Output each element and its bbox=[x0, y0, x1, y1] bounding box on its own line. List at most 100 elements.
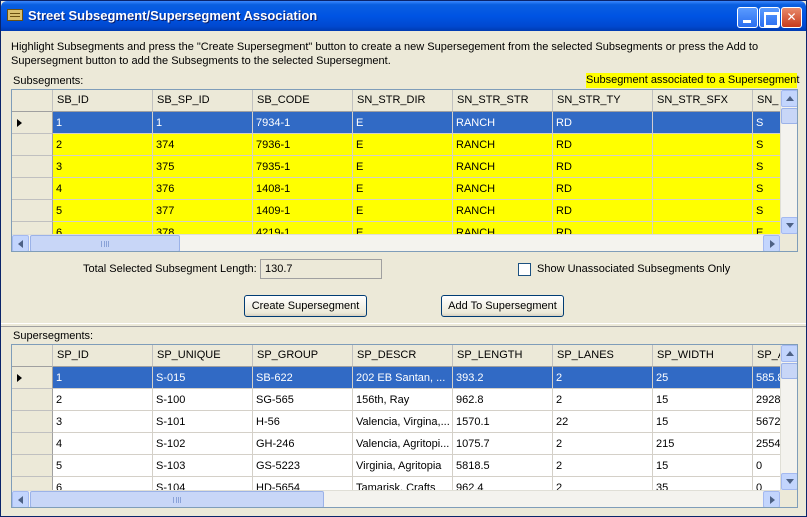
subsegments-vertical-scrollbar[interactable] bbox=[780, 90, 797, 234]
supersegments-vertical-scrollbar[interactable] bbox=[780, 345, 797, 490]
table-cell[interactable]: 2 bbox=[553, 455, 653, 477]
column-header[interactable]: SN_STR_SFX bbox=[653, 90, 753, 112]
table-cell[interactable]: 2 bbox=[53, 134, 153, 156]
table-cell[interactable]: RD bbox=[553, 178, 653, 200]
table-cell[interactable]: RANCH bbox=[453, 200, 553, 222]
column-header[interactable]: SB_CODE bbox=[253, 90, 353, 112]
table-cell[interactable]: S-101 bbox=[153, 411, 253, 433]
column-header[interactable]: SN_STR_TY bbox=[553, 90, 653, 112]
title-bar[interactable]: Street Subsegment/Supersegment Associati… bbox=[1, 1, 806, 31]
row-header[interactable] bbox=[12, 200, 53, 222]
table-cell[interactable]: 7934-1 bbox=[253, 112, 353, 134]
table-cell[interactable]: 1 bbox=[53, 112, 153, 134]
table-cell[interactable]: 5 bbox=[53, 455, 153, 477]
table-cell[interactable]: 1570.1 bbox=[453, 411, 553, 433]
row-header[interactable] bbox=[12, 389, 53, 411]
add-to-supersegment-button[interactable]: Add To Supersegment bbox=[441, 295, 564, 317]
table-cell[interactable]: 2 bbox=[553, 367, 653, 389]
column-header[interactable]: SN_STR_DIR bbox=[353, 90, 453, 112]
supersegments-grid[interactable]: SP_ID SP_UNIQUE SP_GROUP SP_DESCR SP_LENGTH S… bbox=[11, 344, 798, 508]
row-header[interactable] bbox=[12, 411, 53, 433]
table-cell[interactable]: 1409-1 bbox=[253, 200, 353, 222]
table-cell[interactable]: SG-565 bbox=[253, 389, 353, 411]
table-cell[interactable]: 4 bbox=[53, 433, 153, 455]
row-header[interactable] bbox=[12, 367, 53, 389]
table-row[interactable]: 2 374 7936-1 E RANCH RD S bbox=[12, 134, 793, 156]
column-header[interactable]: SP_UNIQUE bbox=[153, 345, 253, 367]
table-cell[interactable]: 4 bbox=[53, 178, 153, 200]
table-cell[interactable] bbox=[653, 112, 753, 134]
table-cell[interactable]: RD bbox=[553, 200, 653, 222]
table-cell[interactable]: Valencia, Agritopi... bbox=[353, 433, 453, 455]
table-cell[interactable]: 375 bbox=[153, 156, 253, 178]
table-cell[interactable] bbox=[653, 200, 753, 222]
scroll-up-button[interactable] bbox=[781, 345, 797, 362]
table-cell[interactable]: E bbox=[353, 178, 453, 200]
subsegments-grid[interactable]: SB_ID SB_SP_ID SB_CODE SN_STR_DIR SN_STR_STR… bbox=[11, 89, 798, 252]
table-cell[interactable]: 377 bbox=[153, 200, 253, 222]
table-cell[interactable]: RANCH bbox=[453, 178, 553, 200]
table-cell[interactable]: 2 bbox=[553, 389, 653, 411]
panel-splitter[interactable] bbox=[1, 323, 806, 327]
table-cell[interactable]: RANCH bbox=[453, 156, 553, 178]
scroll-down-button[interactable] bbox=[781, 217, 797, 234]
table-cell[interactable] bbox=[653, 134, 753, 156]
table-row[interactable]: 3 375 7935-1 E RANCH RD S bbox=[12, 156, 793, 178]
table-row[interactable]: 4 S-102 GH-246 Valencia, Agritopi... 1075.7 2… bbox=[12, 433, 793, 455]
table-cell[interactable]: RD bbox=[553, 112, 653, 134]
table-cell[interactable]: 374 bbox=[153, 134, 253, 156]
supersegments-horizontal-scrollbar[interactable] bbox=[12, 490, 780, 507]
table-cell[interactable]: 3 bbox=[53, 156, 153, 178]
table-row[interactable]: 3 S-101 H-56 Valencia, Virgina,... 1570.1 22 1… bbox=[12, 411, 793, 433]
subsegments-horizontal-scrollbar[interactable] bbox=[12, 234, 780, 251]
column-header[interactable]: SP_ID bbox=[53, 345, 153, 367]
horizontal-scroll-thumb[interactable] bbox=[30, 491, 324, 507]
row-header[interactable] bbox=[12, 134, 53, 156]
scroll-left-button[interactable] bbox=[12, 491, 29, 507]
scroll-down-button[interactable] bbox=[781, 473, 797, 490]
row-header[interactable] bbox=[12, 156, 53, 178]
column-header[interactable]: SP_LENGTH bbox=[453, 345, 553, 367]
column-header[interactable]: SB_SP_ID bbox=[153, 90, 253, 112]
table-row[interactable]: 5 377 1409-1 E RANCH RD S bbox=[12, 200, 793, 222]
table-cell[interactable]: 25 bbox=[653, 367, 753, 389]
table-cell[interactable]: 962.8 bbox=[453, 389, 553, 411]
table-cell[interactable]: 393.2 bbox=[453, 367, 553, 389]
scroll-right-button[interactable] bbox=[763, 491, 780, 507]
table-cell[interactable]: RD bbox=[553, 156, 653, 178]
table-cell[interactable]: 15 bbox=[653, 389, 753, 411]
table-cell[interactable]: 15 bbox=[653, 411, 753, 433]
table-cell[interactable] bbox=[653, 156, 753, 178]
table-cell[interactable]: RANCH bbox=[453, 134, 553, 156]
table-cell[interactable]: 2 bbox=[553, 433, 653, 455]
vertical-scroll-thumb[interactable] bbox=[781, 108, 797, 124]
table-cell[interactable]: 3 bbox=[53, 411, 153, 433]
table-cell[interactable]: H-56 bbox=[253, 411, 353, 433]
table-cell[interactable]: 156th, Ray bbox=[353, 389, 453, 411]
horizontal-scroll-thumb[interactable] bbox=[30, 235, 180, 251]
row-header[interactable] bbox=[12, 112, 53, 134]
unassociated-checkbox-label[interactable]: Show Unassociated Subsegments Only bbox=[537, 263, 730, 275]
table-row[interactable]: 1 1 7934-1 E RANCH RD S bbox=[12, 112, 793, 134]
row-header[interactable] bbox=[12, 433, 53, 455]
table-cell[interactable]: S-100 bbox=[153, 389, 253, 411]
table-cell[interactable]: 15 bbox=[653, 455, 753, 477]
table-cell[interactable] bbox=[653, 178, 753, 200]
row-header[interactable] bbox=[12, 178, 53, 200]
table-cell[interactable]: E bbox=[353, 134, 453, 156]
minimize-button[interactable] bbox=[737, 7, 758, 28]
table-cell[interactable]: 376 bbox=[153, 178, 253, 200]
vertical-scroll-thumb[interactable] bbox=[781, 363, 797, 379]
table-cell[interactable]: E bbox=[353, 156, 453, 178]
table-cell[interactable]: 1075.7 bbox=[453, 433, 553, 455]
table-cell[interactable]: SB-622 bbox=[253, 367, 353, 389]
column-header[interactable]: SP_DESCR bbox=[353, 345, 453, 367]
table-cell[interactable]: E bbox=[353, 112, 453, 134]
table-row[interactable]: 2 S-100 SG-565 156th, Ray 962.8 2 15 2928 bbox=[12, 389, 793, 411]
column-header[interactable]: SP_GROUP bbox=[253, 345, 353, 367]
row-header[interactable] bbox=[12, 455, 53, 477]
table-cell[interactable]: S-102 bbox=[153, 433, 253, 455]
table-cell[interactable]: GS-5223 bbox=[253, 455, 353, 477]
close-button[interactable]: ✕ bbox=[781, 7, 802, 28]
table-cell[interactable]: 202 EB Santan, ... bbox=[353, 367, 453, 389]
